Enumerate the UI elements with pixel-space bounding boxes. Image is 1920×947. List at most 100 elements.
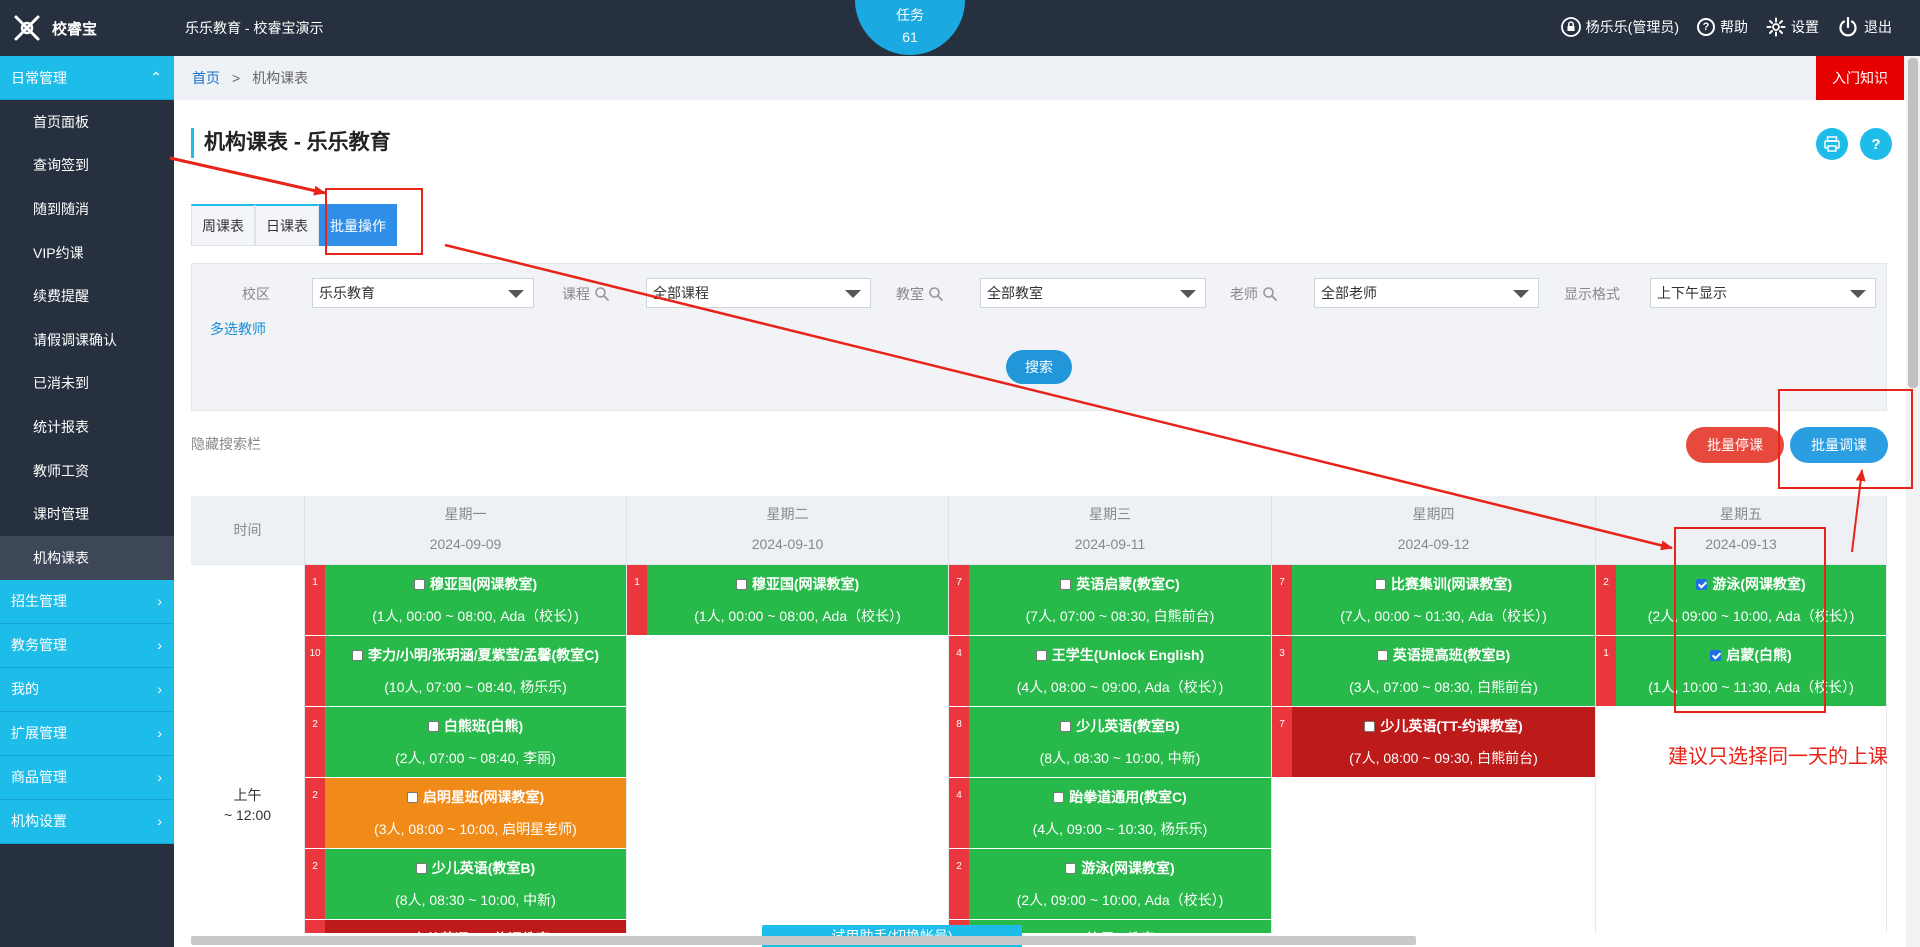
sidebar-item-absent[interactable]: 已消未到: [0, 362, 174, 406]
logo[interactable]: 校睿宝: [12, 12, 97, 44]
lesson-card[interactable]: 1 少儿英语(TT-约课教室): [305, 920, 626, 933]
lesson-card[interactable]: 2 启明星班(网课教室) (3人, 08:00 ~ 10:00, 启明星老师): [305, 778, 626, 848]
sidebar-item-reports[interactable]: 统计报表: [0, 405, 174, 449]
breadcrumb: 首页 > 机构课表: [174, 56, 1906, 100]
sidebar-item-hours[interactable]: 课时管理: [0, 492, 174, 536]
lesson-card[interactable]: 7 英语启蒙(教室C) (7人, 07:00 ~ 08:30, 白熊前台): [949, 565, 1271, 635]
sidebar-item-dashboard[interactable]: 首页面板: [0, 100, 174, 144]
lesson-card[interactable]: 8 少儿英语(教室B) (8人, 08:30 ~ 10:00, 中新): [949, 707, 1271, 777]
lesson-card[interactable]: 2 少儿英语(教室B) (8人, 08:30 ~ 10:00, 中新): [305, 849, 626, 919]
lesson-card[interactable]: 4 王学生(Unlock English) (4人, 08:00 ~ 09:00, …: [949, 636, 1271, 706]
lesson-checkbox[interactable]: [1060, 720, 1072, 732]
lesson-checkbox[interactable]: [427, 720, 439, 732]
lesson-checkbox[interactable]: [406, 791, 418, 803]
time-header: 时间: [191, 496, 305, 564]
logo-icon: [14, 15, 40, 41]
teacher-select[interactable]: 全部老师: [1314, 278, 1539, 308]
lesson-card[interactable]: 10 李力/小明/张玥涵/夏紫莹/孟馨(教室C) (10人, 07:00 ~ 08:…: [305, 636, 626, 706]
menu-group-org-settings[interactable]: 机构设置 ›: [0, 799, 174, 844]
lesson-checkbox[interactable]: [1060, 578, 1072, 590]
lesson-title: 英语启蒙(教室C): [1076, 576, 1180, 592]
intro-knowledge-button[interactable]: 入门知识: [1816, 56, 1904, 100]
batch-stop-button[interactable]: 批量停课: [1686, 427, 1784, 463]
menu-group-label: 商品管理: [11, 769, 67, 786]
lesson-count-badge: 1: [1596, 636, 1616, 706]
help-link[interactable]: ? 帮助: [1697, 17, 1748, 37]
lesson-checkbox[interactable]: [352, 649, 363, 661]
lesson-card[interactable]: 1 穆亚国(网课教室) (1人, 00:00 ~ 08:00, Ada（校长）): [305, 565, 626, 635]
sidebar-item-checkin[interactable]: 查询签到: [0, 144, 174, 188]
lesson-checkbox[interactable]: [1374, 578, 1386, 590]
campus-value: 乐乐教育: [319, 285, 375, 301]
format-select[interactable]: 上下午显示: [1650, 278, 1876, 308]
lesson-checkbox[interactable]: [735, 578, 747, 590]
room-select[interactable]: 全部教室: [980, 278, 1206, 308]
lesson-title: 王学生(Unlock English): [1051, 647, 1205, 663]
vertical-scrollbar-thumb[interactable]: [1908, 58, 1918, 388]
lesson-checkbox[interactable]: [415, 862, 427, 874]
menu-group-daily[interactable]: 日常管理 ⌃: [0, 56, 174, 100]
menu-group-academic[interactable]: 教务管理 ›: [0, 623, 174, 668]
sidebar-item-leave-confirm[interactable]: 请假调课确认: [0, 318, 174, 362]
print-button[interactable]: [1816, 128, 1848, 160]
horizontal-scrollbar[interactable]: [191, 936, 1416, 945]
lesson-count-badge: 2: [1596, 565, 1616, 635]
lesson-checkbox[interactable]: [1035, 649, 1047, 661]
lesson-checkbox[interactable]: [1376, 649, 1388, 661]
lesson-title: 白熊班(白熊): [443, 718, 524, 734]
lesson-card[interactable]: 7 少儿英语(TT-约课教室) (7人, 08:00 ~ 09:30, 白熊前台): [1272, 707, 1595, 777]
lesson-count-badge: 7: [1272, 707, 1292, 777]
lesson-card[interactable]: 4 跆拳道通用(教室C) (4人, 09:00 ~ 10:30, 杨乐乐): [949, 778, 1271, 848]
lesson-detail: (1人, 00:00 ~ 08:00, Ada（校长）): [694, 608, 901, 624]
breadcrumb-home[interactable]: 首页: [192, 68, 220, 88]
sidebar-item-renewal[interactable]: 续费提醒: [0, 274, 174, 318]
lesson-detail: (3人, 08:00 ~ 10:00, 启明星老师): [374, 821, 577, 837]
lesson-card[interactable]: 1 穆亚国(网课教室) (1人, 00:00 ~ 08:00, Ada（校长）): [627, 565, 948, 635]
lesson-card[interactable]: 2 游泳(网课教室) (2人, 09:00 ~ 10:00, Ada（校长）): [949, 849, 1271, 919]
campus-label: 校区: [242, 284, 270, 304]
sidebar-item-org-schedule[interactable]: 机构课表: [0, 535, 174, 580]
task-badge[interactable]: 任务 61: [855, 0, 965, 55]
page-help-button[interactable]: ?: [1860, 128, 1892, 160]
lesson-checkbox[interactable]: [1364, 720, 1376, 732]
search-button[interactable]: 搜索: [1006, 350, 1072, 384]
lesson-detail: (2人, 09:00 ~ 10:00, Ada（校长）): [1016, 892, 1224, 908]
lesson-checkbox[interactable]: [413, 578, 425, 590]
logo-text: 校睿宝: [52, 20, 98, 38]
lesson-checkbox[interactable]: [1065, 862, 1077, 874]
logout-link[interactable]: 退出: [1837, 16, 1892, 38]
campus-select[interactable]: 乐乐教育: [312, 278, 534, 308]
chevron-up-icon: ⌃: [150, 69, 162, 85]
sidebar-item-vip-booking[interactable]: VIP约课: [0, 231, 174, 275]
room-label-text: 教室: [896, 286, 924, 302]
lesson-title: 少儿英语(教室B): [1076, 718, 1180, 734]
lesson-title: 穆亚国(网课教室): [429, 576, 538, 592]
lesson-card[interactable]: 3 英语提高班(教室B) (3人, 07:00 ~ 08:30, 白熊前台): [1272, 636, 1595, 706]
multi-teacher-link[interactable]: 多选教师: [210, 319, 266, 339]
lesson-card[interactable]: 2 白熊班(白熊) (2人, 07:00 ~ 08:40, 李丽): [305, 707, 626, 777]
time-column: 上午 ~ 12:00: [191, 564, 305, 933]
lesson-title-row: 英语提高班(教室B): [1292, 645, 1595, 665]
search-icon: [595, 287, 609, 301]
menu-group-extensions[interactable]: 扩展管理 ›: [0, 711, 174, 756]
menu-group-products[interactable]: 商品管理 ›: [0, 755, 174, 800]
menu-group-mine[interactable]: 我的 ›: [0, 667, 174, 712]
sidebar-item-walkin[interactable]: 随到随消: [0, 187, 174, 231]
tab-day[interactable]: 日课表: [255, 204, 319, 246]
settings-link[interactable]: 设置: [1766, 17, 1819, 37]
hide-search-link[interactable]: 隐藏搜索栏: [191, 434, 261, 454]
period-label: 上午 ~ 12:00: [191, 785, 304, 825]
lesson-checkbox[interactable]: [1053, 791, 1065, 803]
lesson-title: 启明星班(网课教室): [422, 789, 545, 805]
user-menu[interactable]: 杨乐乐(管理员): [1560, 17, 1679, 37]
caret-down-icon: [845, 290, 861, 298]
lesson-count-badge: 8: [949, 707, 969, 777]
menu-group-enrollment[interactable]: 招生管理 ›: [0, 579, 174, 624]
lesson-title-row: 游泳(网课教室): [969, 858, 1271, 878]
tab-week[interactable]: 周课表: [191, 204, 255, 246]
course-select[interactable]: 全部课程: [646, 278, 871, 308]
lesson-card[interactable]: 7 比赛集训(网课教室) (7人, 00:00 ~ 01:30, Ada（校长）): [1272, 565, 1595, 635]
help-label: 帮助: [1720, 19, 1748, 35]
menu-group-label: 日常管理: [11, 69, 67, 86]
sidebar-item-salary[interactable]: 教师工资: [0, 449, 174, 493]
